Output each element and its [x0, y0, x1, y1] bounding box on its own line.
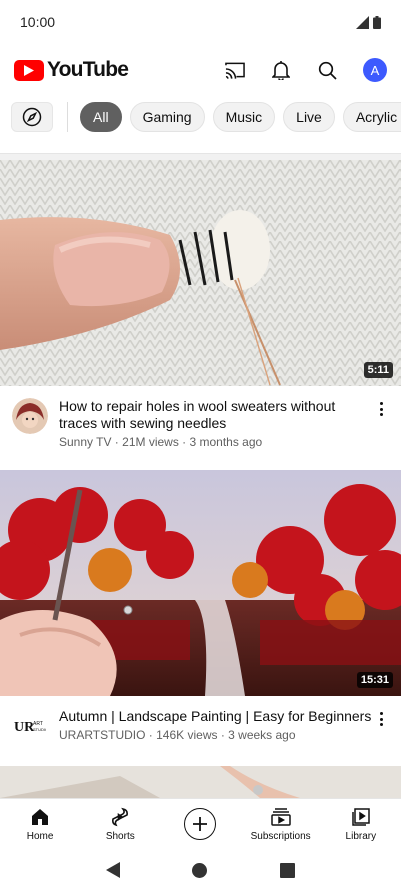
battery-icon	[373, 15, 381, 29]
cast-icon[interactable]	[225, 60, 245, 80]
more-options-icon[interactable]	[373, 708, 389, 744]
chip-live[interactable]: Live	[283, 102, 335, 132]
subscriptions-icon	[270, 806, 291, 828]
chip-divider	[67, 102, 68, 132]
nav-library-label: Library	[345, 830, 377, 842]
video-card[interactable]	[0, 766, 401, 798]
nav-subscriptions-label: Subscriptions	[250, 830, 311, 842]
video-title[interactable]: How to repair holes in wool sweaters wit…	[59, 398, 373, 432]
chip-all[interactable]: All	[80, 102, 122, 132]
create-plus-icon	[184, 807, 217, 840]
status-time: 10:00	[20, 14, 56, 30]
nav-home-label: Home	[26, 830, 54, 842]
app-bar: YouTube A	[0, 44, 401, 96]
chip-gaming[interactable]: Gaming	[129, 102, 205, 132]
home-circle-icon[interactable]	[192, 862, 208, 878]
youtube-logo[interactable]: YouTube	[14, 58, 129, 82]
recents-square-icon[interactable]	[279, 862, 295, 878]
category-chips: All Gaming Music Live Acrylic pa	[0, 96, 401, 138]
signal-icon	[356, 15, 369, 29]
nav-home[interactable]: Home	[2, 806, 78, 842]
back-icon[interactable]	[106, 862, 121, 878]
nav-shorts-label: Shorts	[105, 830, 135, 842]
video-thumbnail[interactable]: 15:31	[0, 470, 401, 696]
video-thumbnail[interactable]	[0, 766, 401, 798]
nav-subscriptions[interactable]: Subscriptions	[243, 806, 319, 842]
video-duration: 15:31	[356, 672, 393, 688]
account-avatar[interactable]: A	[363, 58, 387, 82]
feed-divider	[0, 153, 401, 160]
home-icon	[31, 806, 49, 828]
compass-icon	[22, 107, 42, 127]
nav-shorts[interactable]: Shorts	[82, 806, 158, 842]
play-logo-icon	[14, 59, 44, 81]
channel-logo[interactable]: UR ART STUDIO	[12, 708, 48, 744]
channel-avatar[interactable]	[12, 398, 48, 434]
video-channel-line: Sunny TV · 21M views · 3 months ago	[59, 435, 263, 449]
svg-text:UR: UR	[14, 720, 35, 734]
more-options-icon[interactable]	[373, 398, 389, 449]
notifications-bell-icon[interactable]	[271, 60, 291, 80]
nav-library[interactable]: Library	[323, 806, 399, 842]
status-icons	[356, 15, 381, 29]
video-title[interactable]: Autumn | Landscape Painting | Easy for B…	[59, 708, 373, 725]
video-thumbnail[interactable]: 5:11	[0, 160, 401, 386]
svg-text:STUDIO: STUDIO	[33, 727, 46, 732]
video-card[interactable]: 15:31 UR ART STUDIO Autumn | Landscape P…	[0, 470, 401, 744]
logo-text: YouTube	[47, 58, 129, 81]
library-icon	[352, 806, 370, 828]
chip-acrylic-painting[interactable]: Acrylic pa	[342, 102, 401, 132]
nav-create[interactable]	[162, 807, 238, 840]
bottom-navigation: Home Shorts Subscriptions Library	[0, 798, 401, 848]
chip-music[interactable]: Music	[212, 102, 276, 132]
system-navigation	[0, 848, 401, 892]
video-channel-line: URARTSTUDIO · 146K views · 3 weeks ago	[59, 728, 296, 742]
shorts-icon	[111, 806, 129, 828]
search-icon[interactable]	[317, 60, 337, 80]
status-bar: 10:00	[0, 0, 401, 44]
video-duration: 5:11	[363, 362, 393, 378]
explore-button[interactable]	[11, 102, 53, 132]
video-card[interactable]: 5:11 How to repair holes in wool sweater…	[0, 160, 401, 449]
